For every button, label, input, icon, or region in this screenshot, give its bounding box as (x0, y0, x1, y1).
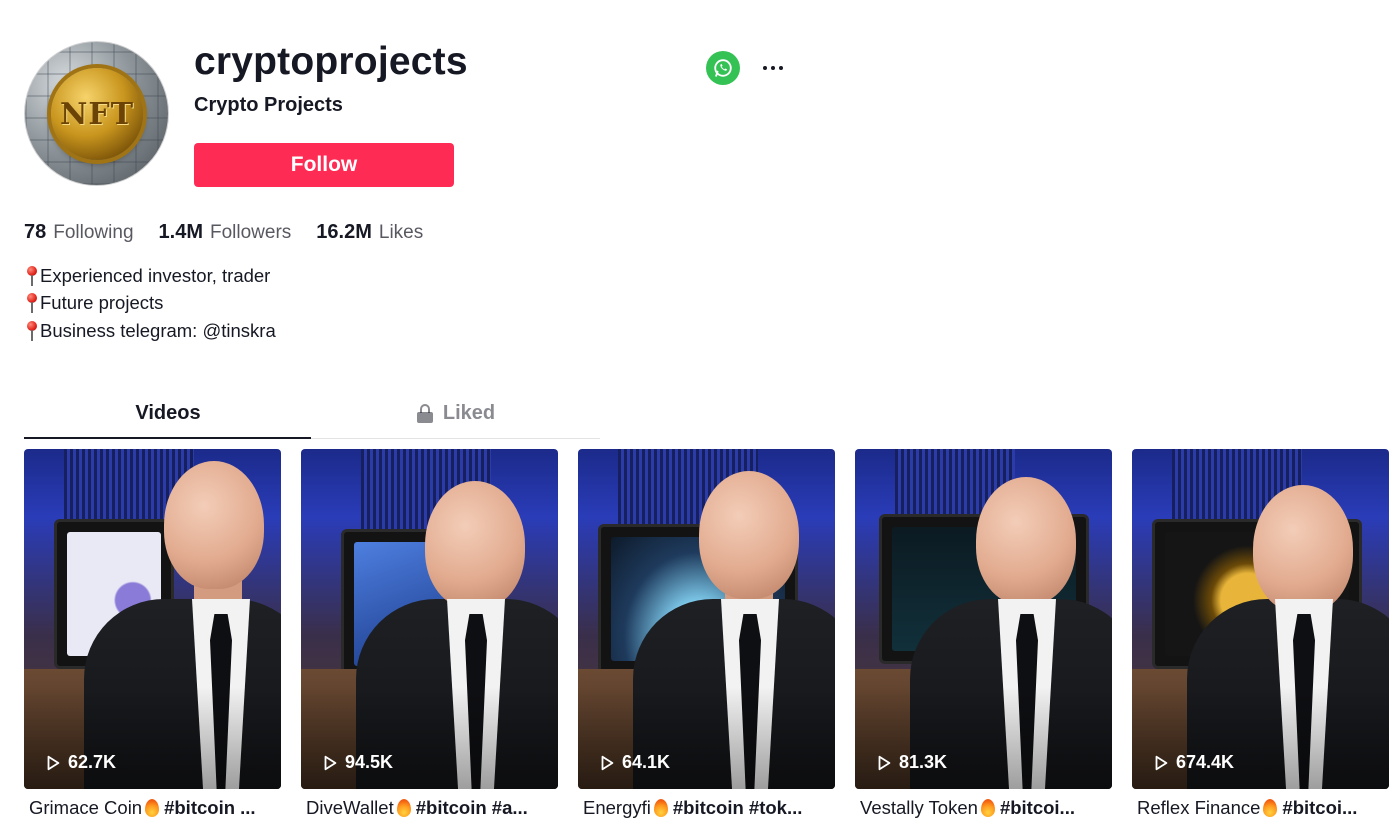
avatar-text: NFT (59, 96, 135, 132)
bio-line: Experienced investor, trader (24, 262, 276, 290)
play-icon (1155, 755, 1168, 770)
video-card[interactable]: 62.7K Grimace Coin #bitcoin ... (24, 449, 281, 823)
profile-bio: Experienced investor, trader Future proj… (24, 262, 276, 345)
following-stat[interactable]: 78 Following (24, 221, 134, 244)
profile-stats: 78 Following 1.4M Followers 16.2M Likes (24, 221, 448, 244)
video-caption[interactable]: Grimace Coin #bitcoin ... (24, 797, 281, 823)
tab-liked[interactable]: Liked (312, 389, 600, 438)
pushpin-icon (24, 292, 40, 314)
view-count-text: 94.5K (345, 752, 394, 772)
following-label: Following (53, 222, 134, 243)
whatsapp-share-icon[interactable] (706, 51, 740, 85)
play-icon (47, 755, 60, 770)
play-icon (324, 755, 337, 770)
view-count: 674.4K (1152, 752, 1234, 773)
video-hashtags[interactable]: #bitcoin #tok... (673, 797, 803, 818)
fire-emoji-icon (1262, 797, 1278, 817)
profile-tabs: Videos Liked (24, 389, 600, 439)
followers-label: Followers (209, 222, 292, 243)
thumbnail-shade (1132, 449, 1389, 789)
video-hashtags[interactable]: #bitcoi... (1000, 797, 1075, 818)
thumbnail-shade (855, 449, 1112, 789)
video-card[interactable]: 81.3K Vestally Token #bitcoi... (855, 449, 1112, 823)
video-thumbnail[interactable]: 64.1K (578, 449, 835, 789)
fire-emoji-icon (144, 797, 160, 817)
thumbnail-shade (24, 449, 281, 789)
bio-text: Future projects (40, 292, 164, 314)
video-title: Reflex Finance (1137, 797, 1261, 818)
tab-videos[interactable]: Videos (24, 389, 312, 439)
bio-line: Business telegram: @tinskra (24, 317, 276, 345)
video-thumbnail[interactable]: 81.3K (855, 449, 1112, 789)
tab-liked-label: Liked (442, 402, 496, 424)
thumbnail-shade (578, 449, 835, 789)
view-count: 81.3K (875, 752, 947, 773)
video-hashtags[interactable]: #bitcoin ... (164, 797, 255, 818)
likes-count: 16.2M (316, 221, 372, 243)
pushpin-icon (24, 320, 40, 342)
video-card[interactable]: 94.5K DiveWallet #bitcoin #a... (301, 449, 558, 823)
following-count: 78 (24, 221, 47, 243)
view-count: 94.5K (321, 752, 393, 773)
likes-stat: 16.2M Likes (316, 221, 423, 244)
video-thumbnail[interactable]: 62.7K (24, 449, 281, 789)
video-hashtags[interactable]: #bitcoi... (1282, 797, 1357, 818)
video-card[interactable]: 64.1K Energyfi #bitcoin #tok... (578, 449, 835, 823)
profile-avatar: NFT (24, 41, 169, 186)
follow-button[interactable]: Follow (194, 143, 454, 187)
view-count-text: 62.7K (68, 752, 117, 772)
play-icon (878, 755, 891, 770)
more-dot (779, 66, 783, 70)
video-grid: 62.7K Grimace Coin #bitcoin ... 94.5K Div… (24, 449, 1389, 823)
fire-emoji-icon (653, 797, 669, 817)
video-hashtags[interactable]: #bitcoin #a... (416, 797, 528, 818)
view-count-text: 674.4K (1176, 752, 1235, 772)
followers-count: 1.4M (158, 221, 203, 243)
profile-nickname: Crypto Projects (194, 94, 343, 116)
play-icon (601, 755, 614, 770)
video-caption[interactable]: Reflex Finance #bitcoi... (1132, 797, 1389, 823)
video-title: Vestally Token (860, 797, 978, 818)
video-caption[interactable]: Energyfi #bitcoin #tok... (578, 797, 835, 823)
video-card[interactable]: 674.4K Reflex Finance #bitcoi... (1132, 449, 1389, 823)
fire-emoji-icon (396, 797, 412, 817)
profile-username: cryptoprojects (194, 40, 468, 83)
bio-text: Experienced investor, trader (40, 264, 271, 286)
view-count: 64.1K (598, 752, 670, 773)
video-thumbnail[interactable]: 674.4K (1132, 449, 1389, 789)
nft-coin-image: NFT (51, 68, 143, 160)
likes-label: Likes (378, 222, 424, 243)
view-count-text: 81.3K (899, 752, 948, 772)
view-count-text: 64.1K (622, 752, 671, 772)
whatsapp-icon (714, 59, 732, 77)
video-caption[interactable]: DiveWallet #bitcoin #a... (301, 797, 558, 823)
video-title: Grimace Coin (29, 797, 143, 818)
tab-videos-label: Videos (135, 402, 201, 424)
video-thumbnail[interactable]: 94.5K (301, 449, 558, 789)
bio-text: Business telegram: @tinskra (40, 319, 276, 341)
pushpin-icon (24, 265, 40, 287)
more-dot (763, 66, 767, 70)
lock-icon (416, 404, 433, 423)
video-title: DiveWallet (306, 797, 394, 818)
bio-line: Future projects (24, 290, 276, 318)
more-options-icon[interactable] (757, 54, 789, 82)
fire-emoji-icon (980, 797, 996, 817)
thumbnail-shade (301, 449, 558, 789)
view-count: 62.7K (44, 752, 116, 773)
video-caption[interactable]: Vestally Token #bitcoi... (855, 797, 1112, 823)
video-title: Energyfi (583, 797, 651, 818)
followers-stat[interactable]: 1.4M Followers (159, 221, 292, 244)
more-dot (771, 66, 775, 70)
